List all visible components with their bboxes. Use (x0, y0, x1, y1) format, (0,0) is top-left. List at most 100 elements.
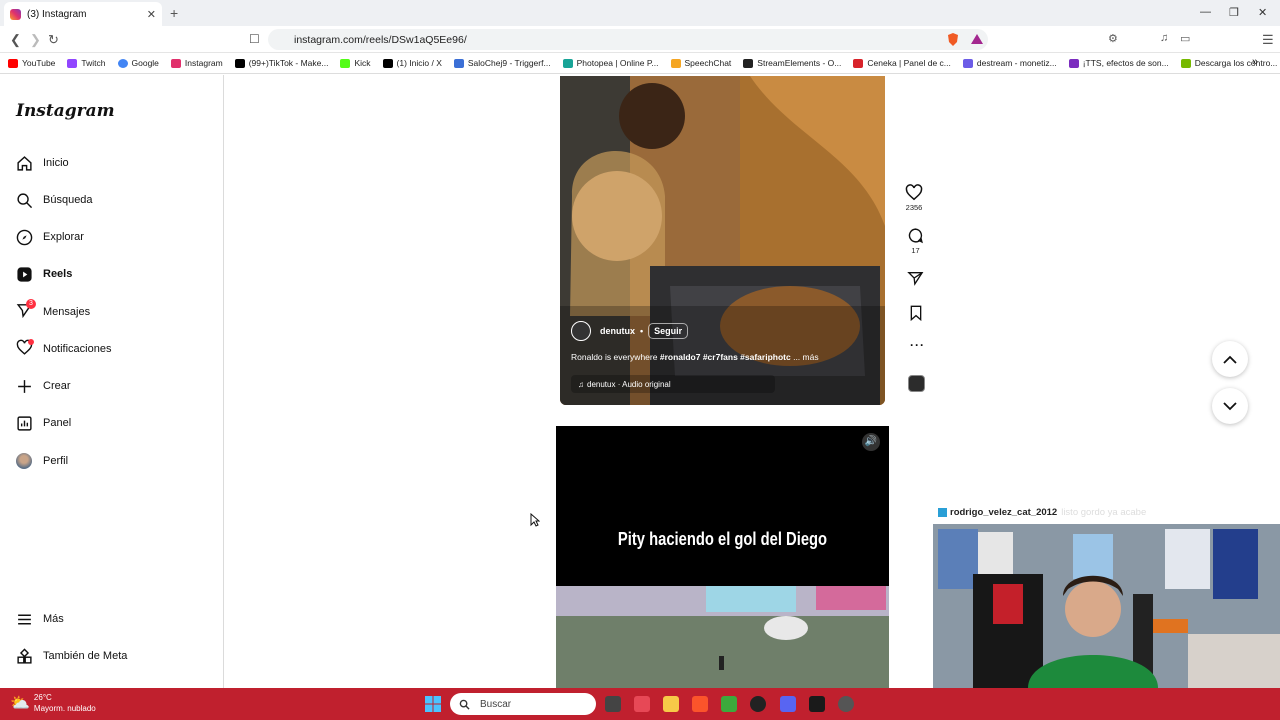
sidebar-item-label: Mensajes (43, 306, 91, 318)
sidebar-item-label: Reels (43, 268, 73, 280)
close-tab-icon[interactable]: ✕ (147, 8, 156, 21)
reload-icon[interactable]: ↻ (48, 32, 59, 48)
share-icon[interactable] (907, 270, 924, 286)
comment-count: 17 (911, 246, 920, 255)
bookmark-photopea[interactable]: Photopea | Online P... (562, 58, 659, 68)
reel-video-1[interactable]: denutux • Seguir Ronaldo is everywhere #… (560, 76, 885, 405)
discord-icon[interactable] (780, 696, 796, 712)
brave-browser-icon[interactable] (692, 696, 708, 712)
cloudy-weather-icon: ⛅ (10, 695, 30, 712)
store-icon[interactable] (634, 696, 650, 712)
like-button[interactable]: 2356 (905, 184, 923, 212)
author-username[interactable]: denutux (600, 326, 635, 336)
meta-apps-icon (17, 647, 32, 664)
sidebar-item-label: Notificaciones (43, 343, 112, 355)
temperature: 26°C (33, 693, 52, 702)
sidebar-item-busqueda[interactable]: Búsqueda (16, 189, 93, 211)
bookmark-tts[interactable]: ¡TTS, efectos de son... (1068, 58, 1169, 68)
bookmark-twitch[interactable]: Twitch (67, 58, 106, 68)
bookmark-kick[interactable]: Kick (340, 58, 371, 68)
instagram-sidebar: Instagram Inicio Búsqueda Explorar Reels… (0, 75, 224, 688)
bookmark-destream[interactable]: destream - monetiz... (962, 58, 1057, 68)
bookmark-x[interactable]: (1) Inicio / X (382, 58, 442, 68)
bookmark-nvidia[interactable]: Descarga los contro... (1180, 58, 1277, 68)
bookmark-youtube[interactable]: YouTube (8, 58, 55, 68)
dashboard-icon (17, 415, 32, 431)
sidebar-item-label: Búsqueda (43, 194, 93, 206)
extensions-icon[interactable]: ⚙ (1108, 32, 1118, 45)
x-icon (382, 58, 393, 68)
url-field[interactable]: instagram.com/reels/DSw1aQ5Ee96/ (268, 29, 988, 50)
home-icon (17, 155, 32, 171)
speechchat-icon (670, 58, 681, 68)
back-icon[interactable]: ❮ (10, 32, 21, 48)
sidebar-item-mas[interactable]: Más (16, 608, 64, 630)
minimize-icon[interactable]: — (1200, 6, 1211, 18)
taskbar-search-field[interactable]: Buscar (450, 693, 596, 715)
bookmark-tiktok[interactable]: (99+)TikTok - Make... (234, 58, 328, 68)
bookmark-instagram[interactable]: Instagram (170, 58, 223, 68)
bookmark-speechchat[interactable]: SpeechChat (670, 58, 731, 68)
bookmark-triggerfyre[interactable]: SaloChej9 - Triggerf... (453, 58, 551, 68)
audio-link[interactable]: ♫ denutux · Audio original (571, 375, 775, 393)
avatar-icon (16, 453, 32, 469)
sidebar-item-crear[interactable]: Crear (16, 375, 71, 397)
brave-shield-icon[interactable] (946, 32, 960, 47)
windows-start-icon[interactable] (425, 696, 441, 712)
browser-tab-instagram[interactable]: (3) Instagram ✕ (4, 2, 162, 26)
sidebar-item-notificaciones[interactable]: Notificaciones (16, 338, 111, 360)
google-icon (117, 58, 128, 68)
follow-button[interactable]: Seguir (648, 323, 689, 339)
sidebar-item-meta[interactable]: También de Meta (16, 645, 127, 667)
app-icon-dark[interactable] (809, 696, 825, 712)
sidebar-item-mensajes[interactable]: 3 Mensajes (16, 299, 91, 323)
brave-rewards-icon[interactable] (970, 33, 984, 45)
menu-icon[interactable]: ☰ (1262, 32, 1274, 48)
sidebar-item-inicio[interactable]: Inicio (16, 152, 69, 174)
sidebar-item-perfil[interactable]: Perfil (16, 450, 68, 472)
bookmark-ceneka[interactable]: Ceneka | Panel de c... (853, 58, 951, 68)
reel-caption[interactable]: Ronaldo is everywhere #ronaldo7 #cr7fans… (571, 352, 819, 362)
next-reel-button[interactable] (1212, 388, 1248, 424)
more-options-icon[interactable]: ··· (910, 338, 925, 352)
sidebar-item-reels[interactable]: Reels (16, 263, 72, 285)
sidebar-toggle-icon[interactable]: ▭ (1180, 32, 1190, 45)
youtube-icon (8, 58, 18, 68)
football-video-frame (556, 586, 889, 688)
destream-icon (962, 58, 973, 68)
comment-button[interactable]: 17 (907, 227, 924, 255)
new-tab-button[interactable]: + (170, 5, 178, 21)
audio-thumbnail[interactable] (908, 375, 925, 392)
volume-icon[interactable]: 🔊 (862, 433, 880, 451)
instagram-logo[interactable]: Instagram (16, 101, 115, 121)
sidebar-item-explorar[interactable]: Explorar (16, 226, 84, 248)
media-icon[interactable]: ♫ (1160, 32, 1168, 44)
browser-tab-bar: (3) Instagram ✕ + — ❐ ✕ (0, 0, 1280, 26)
reel-video-2[interactable]: 🔊 Pity haciendo el gol del Diego (556, 426, 889, 688)
reels-icon (17, 266, 32, 282)
bookmark-google[interactable]: Google (117, 58, 159, 68)
chat-username: rodrigo_velez_cat_2012 (950, 507, 1058, 518)
maximize-icon[interactable]: ❐ (1229, 6, 1239, 19)
task-view-icon[interactable] (605, 696, 621, 712)
more-bookmarks-icon[interactable]: » (1252, 56, 1258, 68)
previous-reel-button[interactable] (1212, 341, 1248, 377)
bookmark-page-icon[interactable]: ☐ (249, 32, 260, 46)
bookmark-streamelements[interactable]: StreamElements - O... (743, 58, 841, 68)
author-avatar[interactable] (571, 321, 591, 341)
address-bar-row: ❮ ❯ ↻ ☐ instagram.com/reels/DSw1aQ5Ee96/… (0, 26, 1280, 53)
close-window-icon[interactable]: ✕ (1258, 6, 1267, 19)
kick-icon (340, 58, 351, 68)
obs-icon[interactable] (750, 696, 766, 712)
weather-widget[interactable]: ⛅ 26°C Mayorm. nublado (10, 692, 96, 714)
tts-icon (1068, 58, 1079, 68)
file-explorer-icon[interactable] (663, 696, 679, 712)
settings-icon[interactable] (838, 696, 854, 712)
sidebar-item-label: También de Meta (43, 650, 128, 662)
save-bookmark-icon[interactable] (909, 305, 923, 321)
sidebar-item-panel[interactable]: Panel (16, 412, 71, 434)
app-icon-green[interactable] (721, 696, 737, 712)
reel-overlay-title: Pity haciendo el gol del Diego (617, 529, 828, 549)
sidebar-item-label: Más (43, 613, 64, 625)
forward-icon[interactable]: ❯ (30, 32, 41, 48)
